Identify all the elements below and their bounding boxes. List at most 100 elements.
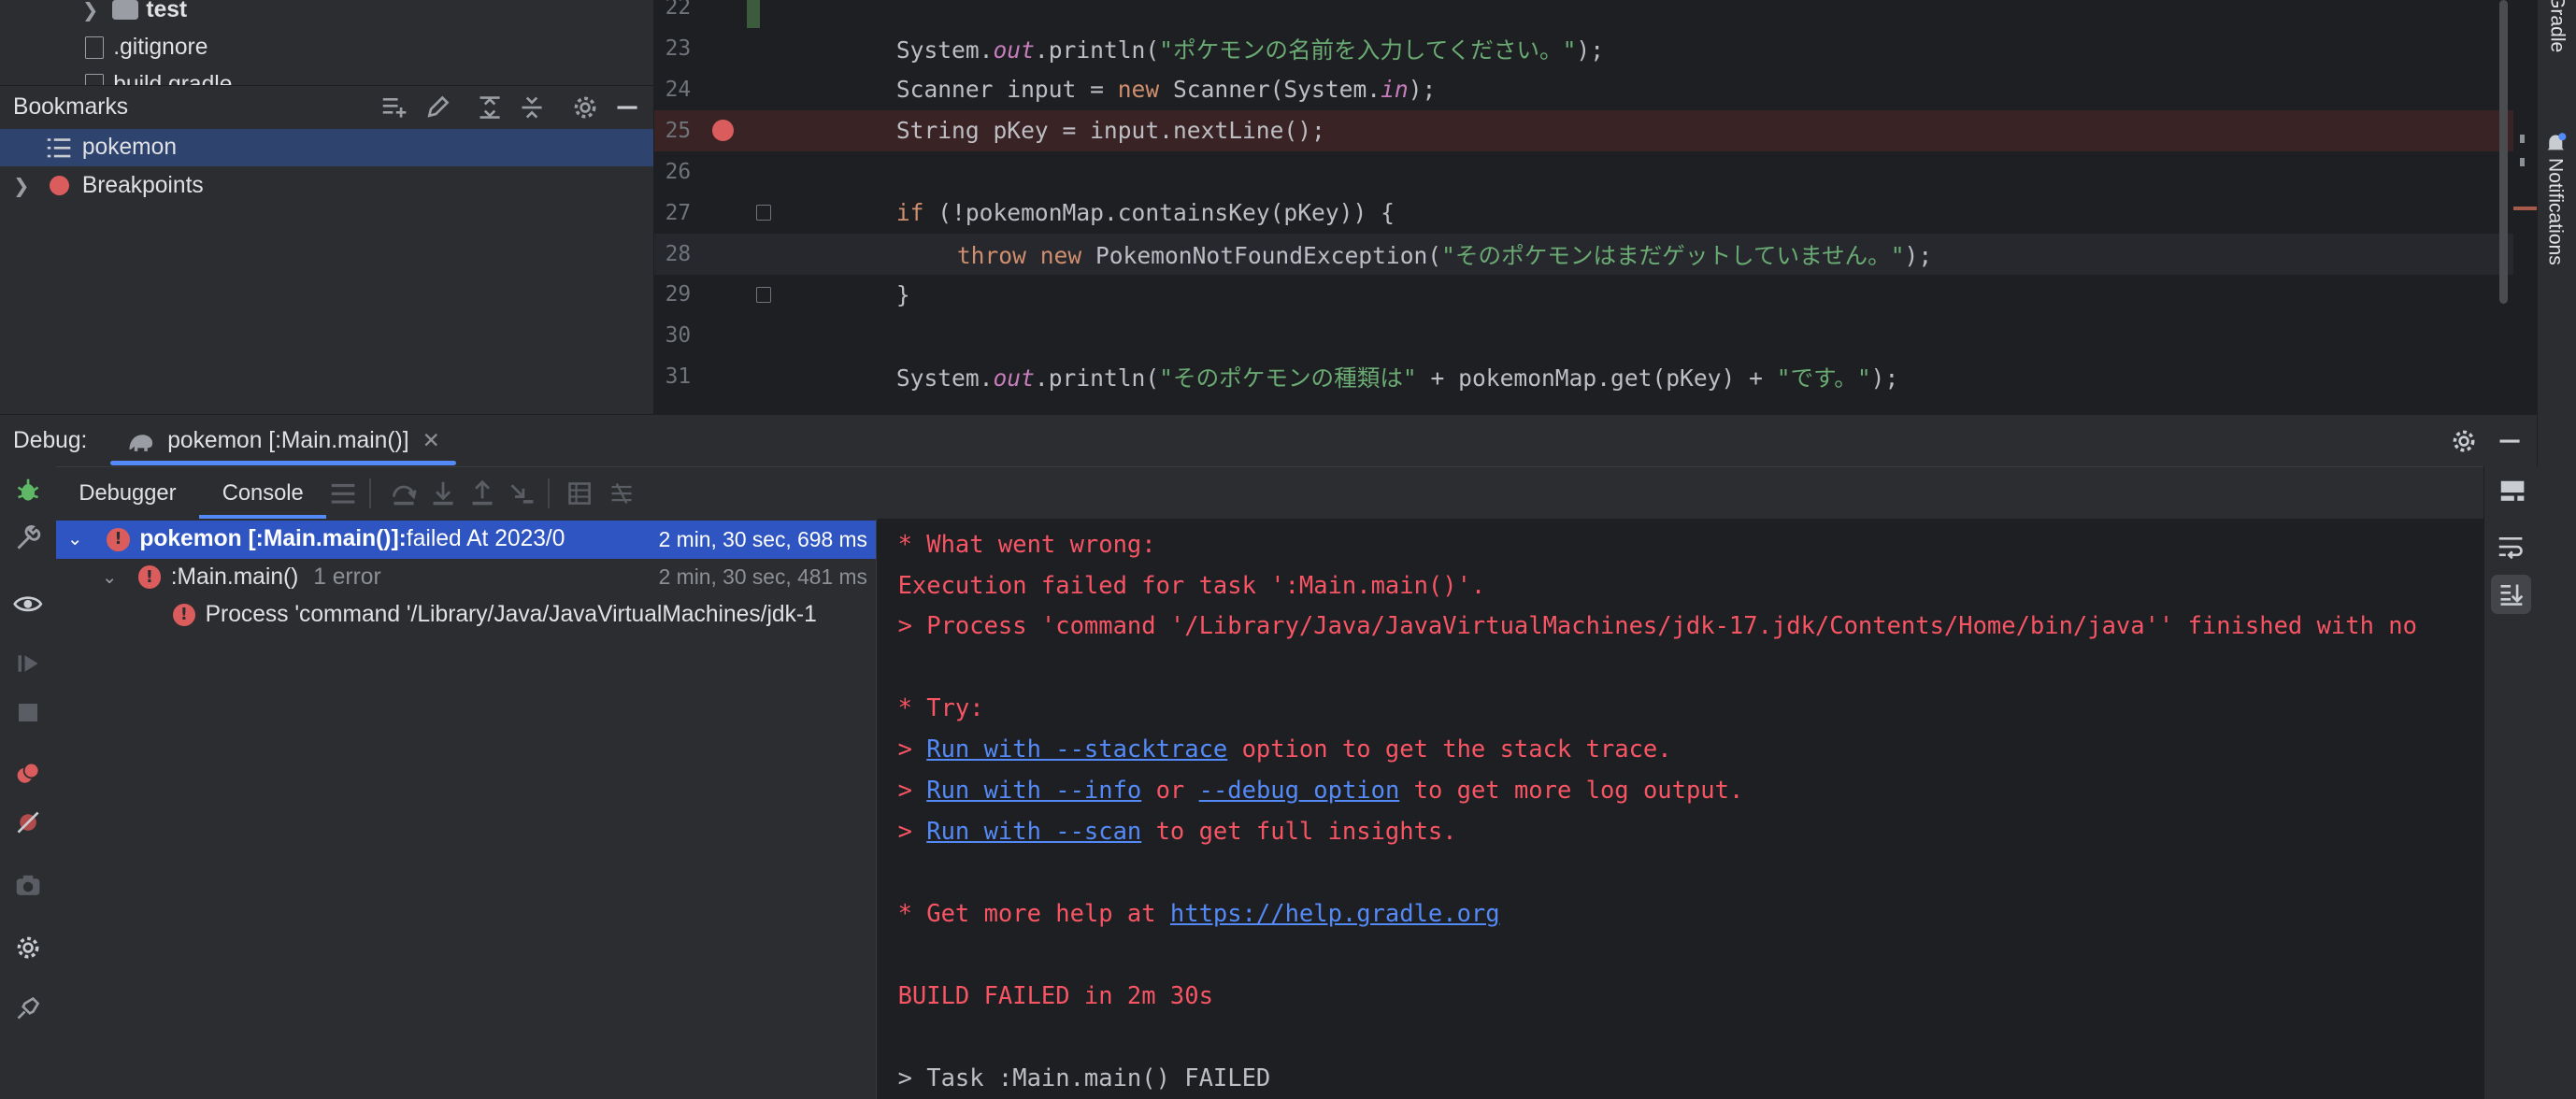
run-to-cursor-icon[interactable] (506, 478, 538, 510)
code-line[interactable]: 29} (654, 275, 2513, 316)
info-link[interactable]: Run with --info (926, 777, 1141, 805)
run-tree-error-text: Process 'command '/Library/Java/JavaVirt… (205, 602, 817, 628)
edit-icon[interactable] (421, 92, 453, 124)
breakpoint-icon[interactable] (711, 120, 734, 142)
line-number: 27 (665, 200, 692, 225)
eye-icon[interactable] (11, 588, 44, 621)
minimize-icon[interactable] (611, 92, 644, 124)
trace-icon[interactable] (606, 478, 638, 510)
chevron-down-icon[interactable]: ⌄ (102, 566, 128, 589)
tree-item-gitignore[interactable]: .gitignore (85, 30, 208, 66)
wrench-icon[interactable] (11, 522, 44, 555)
console-line: > Run with --info or --debug option to g… (898, 770, 1744, 811)
code-line[interactable]: 26 (654, 151, 2513, 193)
run-tree-row-error[interactable]: ! Process 'command '/Library/Java/JavaVi… (56, 596, 876, 634)
run-tree-row-root[interactable]: ⌄ ! pokemon [:Main.main()]: failed At 20… (55, 521, 876, 559)
chevron-down-icon[interactable]: ⌄ (67, 528, 93, 550)
settings-icon[interactable] (11, 931, 44, 963)
expand-all-icon[interactable] (473, 92, 506, 124)
mute-breakpoints-icon[interactable] (11, 806, 44, 839)
scan-link[interactable]: Run with --scan (926, 818, 1141, 846)
gradle-elephant-icon (126, 430, 156, 453)
gear-icon[interactable] (568, 92, 601, 124)
error-stripe (2512, 0, 2537, 414)
tab-console[interactable]: Console (199, 467, 327, 521)
folder-icon (111, 0, 138, 21)
error-icon: ! (137, 565, 162, 590)
step-into-icon[interactable] (426, 478, 459, 510)
run-tree-row-task[interactable]: ⌄ ! :Main.main() 1 error 2 min, 30 sec, … (56, 559, 876, 596)
add-bookmark-list-icon[interactable] (378, 92, 410, 124)
code-line[interactable]: 30 (654, 315, 2513, 356)
console-text: > (897, 818, 927, 847)
step-over-icon[interactable] (387, 478, 420, 510)
project-tree: ❯ test .gitignore build.gradle (0, 0, 654, 86)
collapse-all-icon[interactable] (516, 92, 549, 124)
resume-icon[interactable] (11, 647, 44, 679)
code-line[interactable]: 31 System.out.println("そのポケモンの種類は" + poke… (654, 356, 2513, 397)
bookmark-item-pokemon[interactable]: pokemon (0, 129, 654, 167)
scroll-to-end-icon[interactable] (2491, 575, 2531, 615)
console-line: BUILD FAILED in 2m 30s (897, 981, 1213, 1010)
code-line[interactable]: 25 String pKey = input.nextLine(); (654, 109, 2514, 151)
line-number: 24 (665, 77, 692, 102)
stop-icon[interactable] (11, 696, 44, 729)
tree-item-label: .gitignore (113, 34, 208, 60)
line-number: 26 (665, 159, 692, 184)
console-line: * What went wrong: (897, 530, 1156, 559)
gradle-help-link[interactable]: https://help.gradle.org (1170, 900, 1500, 928)
close-icon[interactable]: ✕ (422, 428, 440, 453)
gear-icon[interactable] (2448, 424, 2481, 457)
code-editor[interactable]: 22 23 System.out.println("ポケモンの名前を入力してください… (653, 0, 2514, 414)
code-line[interactable]: 24 Scanner input = new Scanner(System.in)… (654, 69, 2513, 110)
line-number: 25 (665, 118, 692, 143)
run-tree-root-status: failed At 2023/0 (406, 526, 565, 552)
step-out-icon[interactable] (466, 478, 499, 510)
chevron-right-icon[interactable]: ❯ (82, 0, 112, 22)
view-breakpoints-icon[interactable] (11, 757, 44, 790)
evaluate-expression-icon[interactable] (563, 478, 595, 510)
fold-icon[interactable] (756, 286, 772, 304)
debug-session-tab[interactable]: pokemon [:Main.main()] ✕ (109, 415, 457, 467)
camera-icon[interactable] (11, 869, 44, 902)
bookmark-item-breakpoints[interactable]: ❯ Breakpoints (0, 166, 653, 204)
soft-wrap-icon[interactable] (2495, 531, 2527, 564)
tab-debugger[interactable]: Debugger (56, 467, 199, 520)
code-line[interactable]: 27 if (!pokemonMap.containsKey(pKey)) { (654, 193, 2513, 234)
bookmarks-panel: Bookmarks pokemon ❯ Breakpoints (0, 85, 654, 415)
code-text: System.out.println("ポケモンの名前を入力してください。"); (895, 36, 1605, 64)
tree-item-test[interactable]: ❯ test (82, 0, 187, 28)
minimize-icon[interactable] (2494, 424, 2526, 457)
tree-item-build-gradle[interactable]: build.gradle (85, 67, 232, 86)
editor-scrollbar[interactable] (2499, 0, 2508, 305)
frames-list-icon[interactable] (326, 478, 359, 510)
fold-icon[interactable] (756, 204, 772, 221)
console-line: > Process 'command '/Library/Java/JavaVi… (897, 612, 2417, 641)
debug-option-link[interactable]: --debug option (1199, 777, 1400, 805)
bookmark-item-label: Breakpoints (81, 172, 204, 198)
console-output[interactable]: * What went wrong: Execution failed for … (875, 519, 2485, 1099)
notifications-tool-button[interactable]: Notifications (2544, 132, 2568, 272)
console-text: to get more log output. (1399, 777, 1744, 806)
console-line: > Run with --stacktrace option to get th… (898, 729, 1672, 770)
code-text: Scanner input = new Scanner(System.in); (895, 76, 1437, 104)
debug-tool-header: Debug: pokemon [:Main.main()] ✕ (0, 413, 2537, 468)
line-number: 28 (665, 241, 692, 266)
pin-icon[interactable] (11, 992, 44, 1025)
line-number: 23 (665, 36, 692, 61)
code-line[interactable]: 28 throw new PokemonNotFoundException("その… (654, 233, 2514, 275)
console-line: * Try: (897, 694, 984, 723)
layout-icon[interactable] (2497, 475, 2529, 507)
code-line[interactable]: 22 (654, 0, 2513, 28)
run-tree: ⌄ ! pokemon [:Main.main()]: failed At 20… (55, 519, 876, 1099)
debug-bug-icon[interactable] (11, 475, 44, 507)
file-icon (85, 36, 104, 60)
stacktrace-link[interactable]: Run with --stacktrace (926, 735, 1227, 764)
chevron-right-icon[interactable]: ❯ (13, 174, 50, 198)
active-tab-indicator (109, 461, 457, 466)
code-text: throw new PokemonNotFoundException("そのポケ… (956, 241, 1933, 269)
code-text: if (!pokemonMap.containsKey(pKey)) { (895, 199, 1395, 227)
gradle-tool-button[interactable]: Gradle (2545, 0, 2568, 59)
code-text: System.out.println("そのポケモンの種類は" + pokemo… (895, 364, 1899, 392)
code-line[interactable]: 23 System.out.println("ポケモンの名前を入力してください。"… (654, 28, 2513, 69)
